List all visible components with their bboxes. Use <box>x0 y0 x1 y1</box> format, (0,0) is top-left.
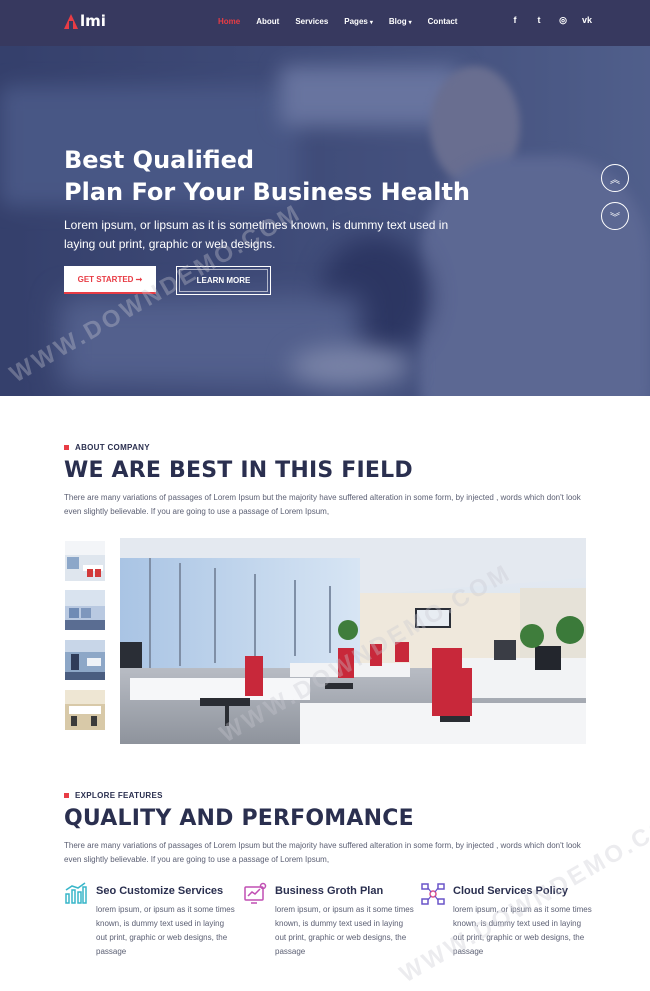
office-thumbnail-image <box>65 640 105 680</box>
office-thumbnail-image <box>65 690 105 730</box>
office-thumbnail-image <box>65 541 105 581</box>
logo-text: lmi <box>80 12 106 30</box>
facebook-icon[interactable]: f <box>510 15 520 26</box>
top-navbar: lmi Home About Services Pages ▾ Blog ▾ Con… <box>0 0 650 46</box>
nav-item-blog-label: Blog <box>388 17 407 26</box>
nav-item-blog[interactable]: Blog ▾ <box>389 17 412 26</box>
learn-more-button[interactable]: LEARN MORE <box>176 266 271 295</box>
seo-chart-icon <box>65 882 87 904</box>
hero-title-line-2: Plan For Your Business Health <box>64 178 471 206</box>
red-square-icon <box>64 793 69 798</box>
nav-item-services[interactable]: Services <box>295 17 328 26</box>
feature-text: lorem ipsum, or ipsum as it some times k… <box>453 905 592 956</box>
red-square-icon <box>64 445 69 450</box>
about-kicker: ABOUT COMPANY <box>64 443 150 452</box>
gallery-thumbnail[interactable] <box>65 690 105 730</box>
nav-item-about[interactable]: About <box>256 17 279 26</box>
office-main-image <box>120 538 586 744</box>
gallery-thumbnail[interactable] <box>65 590 105 630</box>
main-menu: Home About Services Pages ▾ Blog ▾ Contact <box>218 17 473 26</box>
social-links: f t ◎ vk <box>510 15 593 26</box>
double-chevron-up-icon: ︽ <box>610 174 620 186</box>
features-kicker-label: EXPLORE FEATURES <box>75 791 163 800</box>
instagram-icon[interactable]: ◎ <box>558 15 568 26</box>
feature-title: Cloud Services Policy <box>453 885 568 897</box>
twitter-icon[interactable]: t <box>534 15 544 26</box>
chevron-down-icon: ▾ <box>408 20 412 26</box>
about-kicker-label: ABOUT COMPANY <box>75 443 150 452</box>
gallery-thumbnail[interactable] <box>65 640 105 680</box>
features-kicker: EXPLORE FEATURES <box>64 791 163 800</box>
gallery-thumbnail[interactable] <box>65 541 105 581</box>
feature-title: Seo Customize Services <box>96 885 224 897</box>
nav-item-home[interactable]: Home <box>218 17 240 26</box>
nav-item-pages[interactable]: Pages ▾ <box>344 17 373 26</box>
feature-title: Business Groth Plan <box>275 885 384 897</box>
office-thumbnail-image <box>65 590 105 630</box>
chevron-down-icon: ▾ <box>369 20 373 26</box>
hero-description: Lorem ipsum, or lipsum as it is sometime… <box>64 218 449 251</box>
office-interior-illustration <box>120 538 586 744</box>
features-title: QUALITY AND PERFOMANCE <box>64 806 414 831</box>
double-chevron-down-icon: ︾ <box>610 212 620 224</box>
vk-icon[interactable]: vk <box>582 15 592 26</box>
feature-text: lorem ipsum, or ipsum as it some times k… <box>96 905 235 956</box>
cloud-network-icon <box>421 883 445 905</box>
nav-item-contact[interactable]: Contact <box>428 17 458 26</box>
features-text: There are many variations of passages of… <box>64 841 581 864</box>
about-title: WE ARE BEST IN THIS FIELD <box>64 458 413 483</box>
logo-mark-icon <box>64 13 78 29</box>
hero-title: Best Qualified Plan For Your Business He… <box>64 144 470 208</box>
nav-item-pages-label: Pages <box>344 17 368 26</box>
about-text: There are many variations of passages of… <box>64 493 581 516</box>
logo[interactable]: lmi <box>64 12 106 30</box>
get-started-button[interactable]: GET STARTED ➞ <box>64 266 156 294</box>
slide-prev-button[interactable]: ︽ <box>601 164 629 192</box>
hero-banner: Best Qualified Plan For Your Business He… <box>0 46 650 396</box>
hero-title-line-1: Best Qualified <box>64 146 255 174</box>
slide-next-button[interactable]: ︾ <box>601 202 629 230</box>
feature-text: lorem ipsum, or ipsum as it some times k… <box>275 905 414 956</box>
business-growth-icon <box>244 882 267 904</box>
